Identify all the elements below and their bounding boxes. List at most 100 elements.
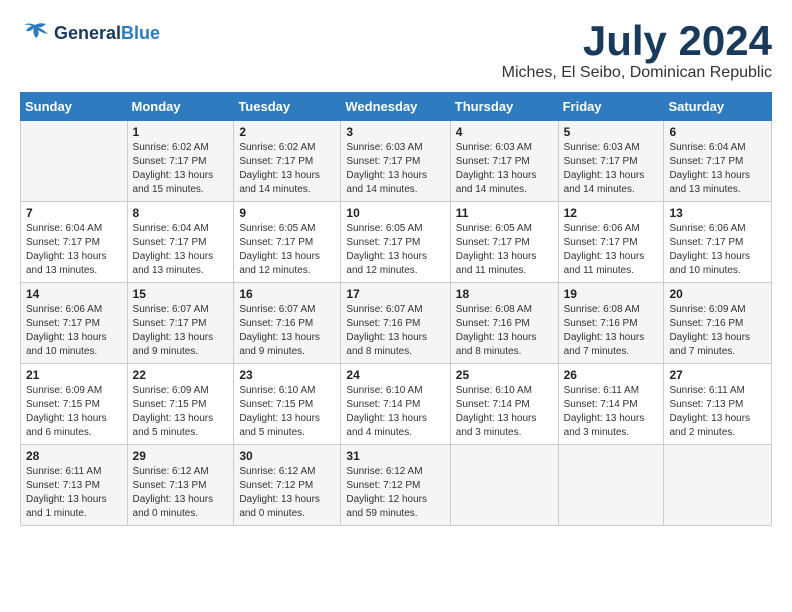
day-number: 6 [669, 125, 766, 139]
day-detail: Sunrise: 6:07 AMSunset: 7:17 PMDaylight:… [133, 304, 214, 357]
day-detail: Sunrise: 6:09 AMSunset: 7:15 PMDaylight:… [133, 385, 214, 438]
table-row [450, 445, 558, 526]
day-number: 14 [26, 287, 122, 301]
day-detail: Sunrise: 6:04 AMSunset: 7:17 PMDaylight:… [669, 142, 750, 195]
day-detail: Sunrise: 6:07 AMSunset: 7:16 PMDaylight:… [346, 304, 427, 357]
day-number: 16 [239, 287, 335, 301]
day-detail: Sunrise: 6:12 AMSunset: 7:12 PMDaylight:… [346, 466, 427, 519]
day-number: 13 [669, 206, 766, 220]
day-number: 7 [26, 206, 122, 220]
header-monday: Monday [127, 93, 234, 121]
day-detail: Sunrise: 6:06 AMSunset: 7:17 PMDaylight:… [669, 223, 750, 276]
day-number: 15 [133, 287, 229, 301]
table-row [664, 445, 772, 526]
table-row: 4 Sunrise: 6:03 AMSunset: 7:17 PMDayligh… [450, 121, 558, 202]
day-number: 11 [456, 206, 553, 220]
calendar-header-row: Sunday Monday Tuesday Wednesday Thursday… [21, 93, 772, 121]
calendar-week-row: 1 Sunrise: 6:02 AMSunset: 7:17 PMDayligh… [21, 121, 772, 202]
day-detail: Sunrise: 6:02 AMSunset: 7:17 PMDaylight:… [133, 142, 214, 195]
day-detail: Sunrise: 6:02 AMSunset: 7:17 PMDaylight:… [239, 142, 320, 195]
day-detail: Sunrise: 6:03 AMSunset: 7:17 PMDaylight:… [456, 142, 537, 195]
header-wednesday: Wednesday [341, 93, 450, 121]
table-row: 7 Sunrise: 6:04 AMSunset: 7:17 PMDayligh… [21, 202, 128, 283]
day-number: 10 [346, 206, 444, 220]
table-row: 13 Sunrise: 6:06 AMSunset: 7:17 PMDaylig… [664, 202, 772, 283]
header-sunday: Sunday [21, 93, 128, 121]
table-row: 17 Sunrise: 6:07 AMSunset: 7:16 PMDaylig… [341, 283, 450, 364]
day-number: 17 [346, 287, 444, 301]
day-detail: Sunrise: 6:07 AMSunset: 7:16 PMDaylight:… [239, 304, 320, 357]
day-detail: Sunrise: 6:11 AMSunset: 7:13 PMDaylight:… [669, 385, 750, 438]
table-row: 20 Sunrise: 6:09 AMSunset: 7:16 PMDaylig… [664, 283, 772, 364]
header-friday: Friday [558, 93, 664, 121]
day-number: 27 [669, 368, 766, 382]
day-number: 22 [133, 368, 229, 382]
table-row [558, 445, 664, 526]
day-detail: Sunrise: 6:06 AMSunset: 7:17 PMDaylight:… [26, 304, 107, 357]
day-number: 12 [564, 206, 659, 220]
title-area: July 2024 Miches, El Seibo, Dominican Re… [502, 20, 772, 82]
day-number: 20 [669, 287, 766, 301]
header-tuesday: Tuesday [234, 93, 341, 121]
day-number: 28 [26, 449, 122, 463]
table-row: 19 Sunrise: 6:08 AMSunset: 7:16 PMDaylig… [558, 283, 664, 364]
day-detail: Sunrise: 6:11 AMSunset: 7:13 PMDaylight:… [26, 466, 107, 519]
day-detail: Sunrise: 6:04 AMSunset: 7:17 PMDaylight:… [26, 223, 107, 276]
table-row: 27 Sunrise: 6:11 AMSunset: 7:13 PMDaylig… [664, 364, 772, 445]
day-number: 23 [239, 368, 335, 382]
day-number: 4 [456, 125, 553, 139]
table-row: 15 Sunrise: 6:07 AMSunset: 7:17 PMDaylig… [127, 283, 234, 364]
day-detail: Sunrise: 6:05 AMSunset: 7:17 PMDaylight:… [456, 223, 537, 276]
month-year-title: July 2024 [502, 20, 772, 62]
calendar-week-row: 7 Sunrise: 6:04 AMSunset: 7:17 PMDayligh… [21, 202, 772, 283]
table-row: 12 Sunrise: 6:06 AMSunset: 7:17 PMDaylig… [558, 202, 664, 283]
table-row: 6 Sunrise: 6:04 AMSunset: 7:17 PMDayligh… [664, 121, 772, 202]
table-row: 5 Sunrise: 6:03 AMSunset: 7:17 PMDayligh… [558, 121, 664, 202]
day-number: 25 [456, 368, 553, 382]
day-detail: Sunrise: 6:05 AMSunset: 7:17 PMDaylight:… [239, 223, 320, 276]
day-detail: Sunrise: 6:03 AMSunset: 7:17 PMDaylight:… [346, 142, 427, 195]
table-row: 16 Sunrise: 6:07 AMSunset: 7:16 PMDaylig… [234, 283, 341, 364]
table-row: 24 Sunrise: 6:10 AMSunset: 7:14 PMDaylig… [341, 364, 450, 445]
day-detail: Sunrise: 6:10 AMSunset: 7:15 PMDaylight:… [239, 385, 320, 438]
day-number: 9 [239, 206, 335, 220]
table-row: 21 Sunrise: 6:09 AMSunset: 7:15 PMDaylig… [21, 364, 128, 445]
table-row: 28 Sunrise: 6:11 AMSunset: 7:13 PMDaylig… [21, 445, 128, 526]
table-row: 31 Sunrise: 6:12 AMSunset: 7:12 PMDaylig… [341, 445, 450, 526]
day-number: 30 [239, 449, 335, 463]
day-number: 31 [346, 449, 444, 463]
day-number: 8 [133, 206, 229, 220]
header-thursday: Thursday [450, 93, 558, 121]
table-row: 11 Sunrise: 6:05 AMSunset: 7:17 PMDaylig… [450, 202, 558, 283]
location-text: Miches, El Seibo, Dominican Republic [502, 64, 772, 82]
table-row: 10 Sunrise: 6:05 AMSunset: 7:17 PMDaylig… [341, 202, 450, 283]
day-number: 18 [456, 287, 553, 301]
logo: GeneralBlue [20, 20, 160, 48]
day-number: 21 [26, 368, 122, 382]
day-detail: Sunrise: 6:09 AMSunset: 7:16 PMDaylight:… [669, 304, 750, 357]
table-row: 2 Sunrise: 6:02 AMSunset: 7:17 PMDayligh… [234, 121, 341, 202]
header: GeneralBlue July 2024 Miches, El Seibo, … [20, 20, 772, 82]
calendar-week-row: 21 Sunrise: 6:09 AMSunset: 7:15 PMDaylig… [21, 364, 772, 445]
table-row: 1 Sunrise: 6:02 AMSunset: 7:17 PMDayligh… [127, 121, 234, 202]
table-row [21, 121, 128, 202]
header-saturday: Saturday [664, 93, 772, 121]
day-detail: Sunrise: 6:10 AMSunset: 7:14 PMDaylight:… [456, 385, 537, 438]
table-row: 3 Sunrise: 6:03 AMSunset: 7:17 PMDayligh… [341, 121, 450, 202]
day-number: 26 [564, 368, 659, 382]
table-row: 18 Sunrise: 6:08 AMSunset: 7:16 PMDaylig… [450, 283, 558, 364]
calendar-table: Sunday Monday Tuesday Wednesday Thursday… [20, 92, 772, 526]
day-detail: Sunrise: 6:04 AMSunset: 7:17 PMDaylight:… [133, 223, 214, 276]
day-detail: Sunrise: 6:08 AMSunset: 7:16 PMDaylight:… [456, 304, 537, 357]
day-number: 3 [346, 125, 444, 139]
table-row: 25 Sunrise: 6:10 AMSunset: 7:14 PMDaylig… [450, 364, 558, 445]
day-detail: Sunrise: 6:11 AMSunset: 7:14 PMDaylight:… [564, 385, 645, 438]
table-row: 29 Sunrise: 6:12 AMSunset: 7:13 PMDaylig… [127, 445, 234, 526]
logo-icon [20, 20, 50, 48]
table-row: 9 Sunrise: 6:05 AMSunset: 7:17 PMDayligh… [234, 202, 341, 283]
day-detail: Sunrise: 6:03 AMSunset: 7:17 PMDaylight:… [564, 142, 645, 195]
calendar-week-row: 28 Sunrise: 6:11 AMSunset: 7:13 PMDaylig… [21, 445, 772, 526]
day-number: 24 [346, 368, 444, 382]
day-detail: Sunrise: 6:06 AMSunset: 7:17 PMDaylight:… [564, 223, 645, 276]
table-row: 23 Sunrise: 6:10 AMSunset: 7:15 PMDaylig… [234, 364, 341, 445]
